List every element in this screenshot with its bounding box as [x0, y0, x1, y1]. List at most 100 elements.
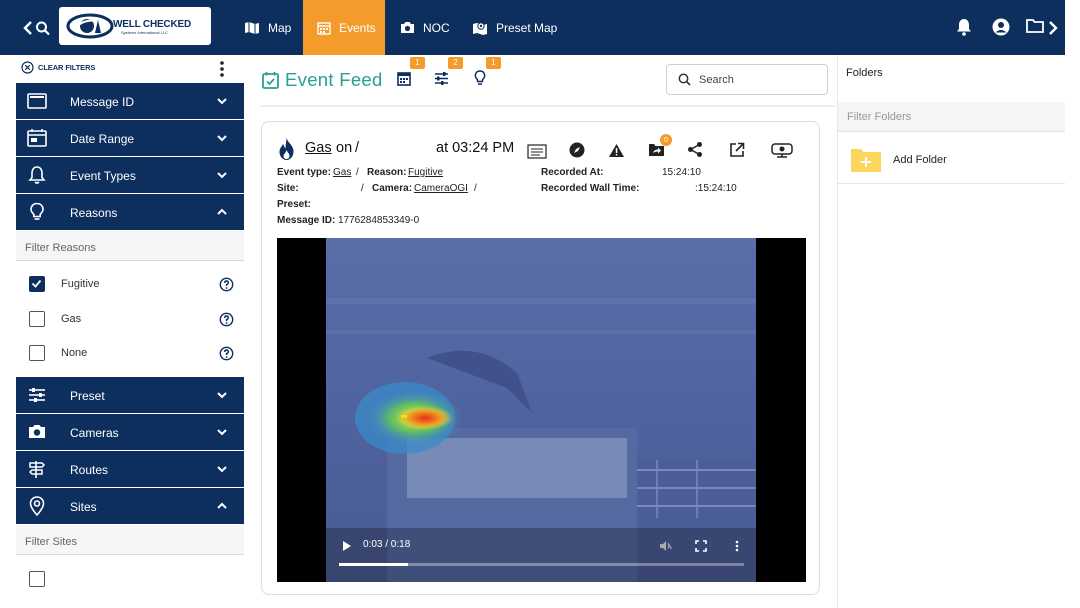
- message-id-label: Message ID:: [277, 215, 336, 226]
- clear-filters-button[interactable]: CLEAR FILTERS: [16, 55, 244, 82]
- bell-icon[interactable]: [956, 18, 976, 38]
- warning-icon[interactable]: [608, 143, 625, 158]
- lightbulb-filter-icon[interactable]: [474, 70, 486, 87]
- reason-option-none[interactable]: None: [16, 336, 244, 370]
- message-id-value: 1776284853349-0: [338, 215, 420, 226]
- section-label: Reasons: [70, 206, 118, 220]
- search-icon[interactable]: [35, 18, 55, 38]
- reason-option-gas[interactable]: Gas: [16, 302, 244, 336]
- filter-sites-input[interactable]: Filter Sites: [16, 525, 244, 555]
- help-circle-icon[interactable]: [219, 312, 234, 327]
- folders-panel: Folders Filter Folders Add Folder: [837, 55, 1065, 608]
- location-pin-icon: [27, 496, 47, 516]
- site-option[interactable]: [16, 562, 244, 596]
- share-icon[interactable]: [687, 141, 703, 158]
- folder-count-badge: 0: [660, 134, 672, 146]
- nav-preset-map[interactable]: Preset Map: [458, 0, 571, 55]
- recorded-wall-time-label: Recorded Wall Time:: [541, 183, 640, 194]
- event-title-time: at 03:24 PM: [436, 140, 515, 156]
- nav-noc[interactable]: NOC: [386, 0, 464, 55]
- reason-value[interactable]: Fugitive: [408, 167, 443, 178]
- chevron-down-icon: [215, 168, 229, 182]
- video-progress-fill: [339, 563, 408, 566]
- more-vert-icon[interactable]: [219, 60, 225, 78]
- separator: /: [361, 183, 364, 194]
- sliders-filter-badge: 2: [448, 57, 463, 69]
- option-label: Fugitive: [61, 278, 100, 290]
- nav-preset-map-label: Preset Map: [496, 20, 558, 35]
- chevron-up-icon: [215, 205, 229, 219]
- section-label: Event Types: [70, 169, 136, 183]
- nav-events-label: Events: [339, 20, 376, 35]
- fullscreen-icon[interactable]: [695, 540, 707, 552]
- map-marker-icon: [472, 21, 488, 35]
- nav-noc-label: NOC: [423, 20, 450, 35]
- checkbox-unchecked[interactable]: [29, 311, 45, 327]
- remote-camera-icon[interactable]: [770, 143, 794, 158]
- open-external-icon[interactable]: [729, 142, 745, 158]
- chevron-up-icon: [215, 499, 229, 513]
- date-filter-badge: 1: [410, 57, 425, 69]
- help-circle-icon[interactable]: [219, 346, 234, 361]
- logo-subtext: Systems International LLC: [121, 30, 168, 35]
- section-sites[interactable]: Sites: [16, 488, 244, 524]
- date-filter-icon[interactable]: [397, 71, 411, 86]
- add-folder-button[interactable]: Add Folder: [838, 139, 1065, 183]
- section-cameras[interactable]: Cameras: [16, 414, 244, 450]
- chevron-down-icon: [215, 94, 229, 108]
- account-icon[interactable]: [992, 18, 1012, 38]
- help-circle-icon[interactable]: [219, 277, 234, 292]
- section-message-id[interactable]: Message ID: [16, 83, 244, 119]
- folder-icon[interactable]: [1026, 18, 1046, 38]
- sliders-filter-icon[interactable]: [434, 71, 449, 86]
- clear-icon: [21, 61, 34, 74]
- section-routes[interactable]: Routes: [16, 451, 244, 487]
- separator: /: [356, 167, 359, 178]
- company-logo[interactable]: WELL CHECKED Systems International LLC: [59, 7, 211, 45]
- nav-map[interactable]: Map: [230, 0, 305, 55]
- nav-events[interactable]: Events: [303, 0, 385, 55]
- section-label: Routes: [70, 463, 109, 477]
- filter-reasons-input[interactable]: Filter Reasons: [16, 231, 244, 261]
- recorded-at-label: Recorded At:: [541, 167, 604, 178]
- reason-option-fugitive[interactable]: Fugitive: [16, 267, 244, 301]
- video-progress-track[interactable]: [339, 563, 744, 566]
- page-title: Event Feed: [285, 69, 383, 90]
- preset-label: Preset:: [277, 199, 311, 210]
- checkbox-unchecked[interactable]: [29, 571, 45, 587]
- compass-icon[interactable]: [569, 142, 585, 158]
- chevron-right-icon[interactable]: [1047, 18, 1067, 38]
- option-label: Gas: [61, 313, 82, 325]
- search-input[interactable]: Search: [666, 64, 828, 95]
- checkbox-checked[interactable]: [29, 276, 45, 292]
- camera-value[interactable]: CameraOGI: [414, 183, 468, 194]
- video-more-icon[interactable]: [735, 540, 739, 552]
- section-reasons[interactable]: Reasons: [16, 194, 244, 230]
- add-folder-label: Add Folder: [893, 154, 947, 166]
- lightbulb-filter-badge: 1: [486, 57, 501, 69]
- calendar-icon: [317, 21, 331, 35]
- event-card: Gas on / at 03:24 PM 0 Event type: Gas /…: [261, 121, 820, 595]
- notes-icon[interactable]: [527, 144, 547, 159]
- search-icon: [678, 73, 691, 86]
- event-type-link[interactable]: Gas: [305, 140, 332, 156]
- volume-icon[interactable]: [659, 540, 672, 552]
- section-label: Date Range: [70, 132, 135, 146]
- section-event-types[interactable]: Event Types: [16, 157, 244, 193]
- section-date-range[interactable]: Date Range: [16, 120, 244, 156]
- search-placeholder: Search: [699, 74, 734, 86]
- flame-icon: [277, 137, 296, 161]
- filter-folders-input[interactable]: Filter Folders: [838, 102, 1065, 132]
- play-icon[interactable]: [342, 540, 352, 552]
- section-label: Preset: [70, 389, 105, 403]
- recorded-wall-time-value: :15:24:10: [695, 183, 737, 194]
- camera-icon: [400, 21, 415, 34]
- event-video-player[interactable]: 0:03 / 0:18: [277, 238, 806, 582]
- event-type-value[interactable]: Gas: [333, 167, 351, 178]
- checkbox-unchecked[interactable]: [29, 345, 45, 361]
- chevron-down-icon: [215, 425, 229, 439]
- section-preset[interactable]: Preset: [16, 377, 244, 413]
- camera-label: Camera:: [372, 183, 413, 194]
- calendar-icon: [27, 128, 47, 148]
- signpost-icon: [27, 459, 47, 479]
